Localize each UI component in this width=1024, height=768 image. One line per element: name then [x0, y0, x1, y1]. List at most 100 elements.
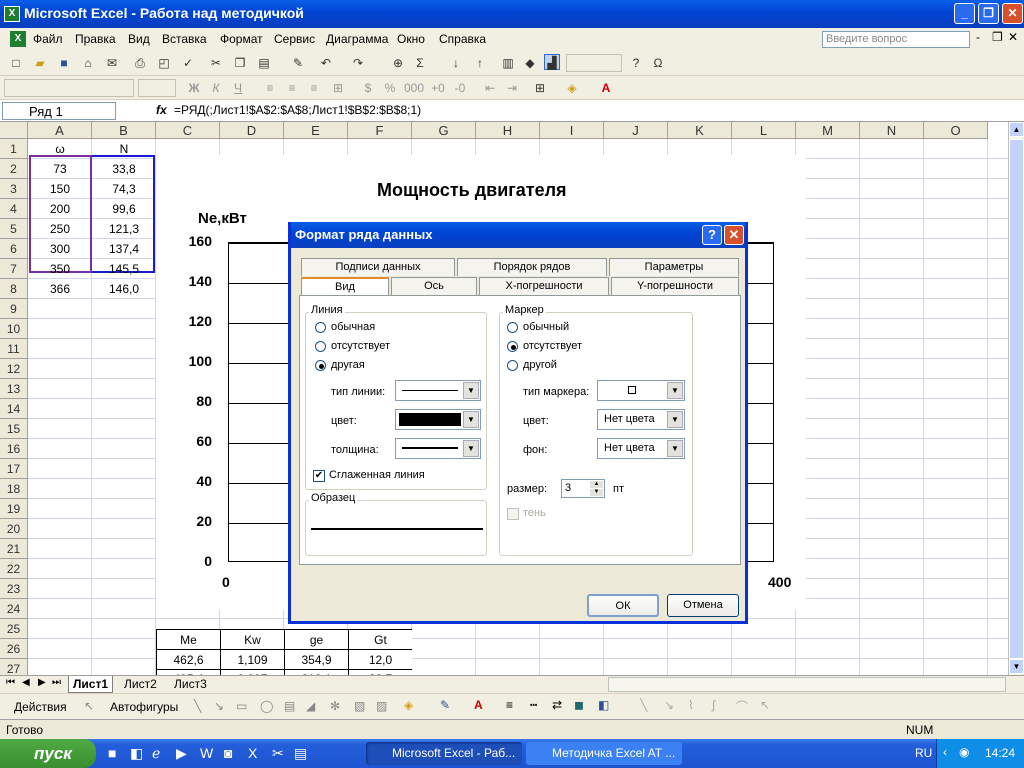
sheet-tab-2[interactable]: Лист2 [120, 676, 161, 693]
column-header-C[interactable]: C [156, 122, 220, 139]
chart-type-icon[interactable]: ▟ [544, 54, 560, 70]
menu-format[interactable]: Формат [220, 32, 263, 46]
help-button[interactable]: ? [702, 225, 722, 245]
print-icon[interactable]: ⎙ [132, 55, 148, 71]
rectangle-tool-icon[interactable]: ▭ [236, 699, 247, 713]
start-button[interactable]: пуск [0, 739, 96, 768]
decrease-indent-icon[interactable]: ⇤ [482, 80, 498, 96]
arrow-connector-icon[interactable]: ↘ [664, 698, 674, 712]
row-header-23[interactable]: 23 [0, 579, 28, 599]
table-cell[interactable]: 350 [28, 259, 92, 279]
minimize-button[interactable]: _ [954, 3, 975, 24]
line-none-radio[interactable] [315, 341, 326, 352]
currency-icon[interactable]: $ [360, 80, 376, 96]
open-icon[interactable]: ▰ [32, 55, 48, 71]
marker-type-combo[interactable]: ▼ [597, 380, 685, 401]
marker-auto-radio[interactable] [507, 322, 518, 333]
draw-font-color-icon[interactable]: A [474, 698, 483, 712]
marker-custom-radio[interactable] [507, 360, 518, 371]
row-header-19[interactable]: 19 [0, 499, 28, 519]
row-header-16[interactable]: 16 [0, 439, 28, 459]
spin-up-icon[interactable]: ▲ [590, 481, 603, 488]
callout-icon[interactable]: ↖ [760, 698, 770, 712]
wordart-tool-icon[interactable]: ◢ [306, 699, 315, 713]
line-tool-icon[interactable]: ╲ [194, 699, 201, 713]
results-header-cell[interactable]: Gt [349, 630, 412, 650]
table-cell[interactable]: 145,5 [92, 259, 156, 279]
quicklaunch-app-icon[interactable]: ◙ [224, 745, 232, 761]
prev-sheet-icon[interactable]: ◀ [22, 677, 30, 688]
menu-insert[interactable]: Вставка [162, 32, 207, 46]
results-header-cell[interactable]: Kw [221, 630, 285, 650]
column-header-L[interactable]: L [732, 122, 796, 139]
column-header-B[interactable]: B [92, 122, 156, 139]
diagram-tool-icon[interactable]: ✻ [330, 699, 340, 713]
column-header-N[interactable]: N [860, 122, 924, 139]
row-header-14[interactable]: 14 [0, 399, 28, 419]
table-cell[interactable]: 146,0 [92, 279, 156, 299]
font-size-combo[interactable] [138, 79, 176, 97]
draw-fill-color-icon[interactable]: ◈ [404, 698, 413, 712]
picture-icon[interactable]: ▨ [376, 699, 387, 713]
3d-style-icon[interactable]: ◧ [598, 698, 609, 712]
quicklaunch-save-icon[interactable]: ■ [108, 745, 116, 761]
results-cell[interactable]: 12,0 [349, 650, 412, 670]
table-cell[interactable]: 74,3 [92, 179, 156, 199]
autoshapes-menu[interactable]: Автофигуры [110, 700, 178, 714]
chart-wizard-icon[interactable]: ▥ [500, 55, 516, 71]
results-cell[interactable]: 354,9 [285, 650, 349, 670]
column-header-G[interactable]: G [412, 122, 476, 139]
table-cell[interactable]: 33,8 [92, 159, 156, 179]
table-cell[interactable]: 73 [28, 159, 92, 179]
select-objects-icon[interactable]: ↖ [84, 699, 94, 713]
column-header-J[interactable]: J [604, 122, 668, 139]
quicklaunch-excel-icon[interactable]: X [248, 745, 257, 761]
line-weight-combo[interactable]: ▼ [395, 438, 481, 459]
borders-icon[interactable]: ⊞ [532, 80, 548, 96]
quicklaunch-ie-icon[interactable]: ℯ [152, 745, 160, 762]
quicklaunch-desktop-icon[interactable]: ◧ [130, 745, 143, 762]
email-icon[interactable]: ✉ [104, 55, 120, 71]
results-header-cell[interactable]: Me [157, 630, 221, 650]
menu-edit[interactable]: Правка [75, 32, 116, 46]
column-header-K[interactable]: K [668, 122, 732, 139]
column-header-D[interactable]: D [220, 122, 284, 139]
marker-none-radio[interactable] [507, 341, 518, 352]
scroll-thumb[interactable] [1009, 139, 1024, 659]
decrease-decimal-icon[interactable]: -0 [452, 80, 468, 96]
oval-tool-icon[interactable]: ◯ [260, 699, 273, 713]
row-header-10[interactable]: 10 [0, 319, 28, 339]
menu-chart[interactable]: Диаграмма [326, 32, 388, 46]
tab-axis[interactable]: Ось [391, 277, 477, 295]
marker-color-combo[interactable]: Нет цвета ▼ [597, 409, 685, 430]
sort-asc-icon[interactable]: ↓ [448, 55, 464, 71]
row-header-11[interactable]: 11 [0, 339, 28, 359]
row-header-9[interactable]: 9 [0, 299, 28, 319]
research-icon[interactable]: Ω [650, 55, 666, 71]
document-icon[interactable]: X [10, 31, 26, 47]
tab-y-error[interactable]: Y-погрешности [611, 277, 739, 295]
font-color-icon[interactable]: A [598, 80, 614, 96]
italic-icon[interactable]: К [208, 80, 224, 96]
row-header-25[interactable]: 25 [0, 619, 28, 639]
column-header-I[interactable]: I [540, 122, 604, 139]
results-cell[interactable]: 1,109 [221, 650, 285, 670]
redo-icon[interactable]: ↷ [350, 55, 366, 71]
shadow-checkbox[interactable] [507, 508, 519, 520]
marker-size-spinner[interactable]: 3 ▲ ▼ [561, 479, 605, 498]
align-center-icon[interactable]: ≡ [284, 80, 300, 96]
row-header-27[interactable]: 27 [0, 659, 28, 675]
row-header-21[interactable]: 21 [0, 539, 28, 559]
increase-decimal-icon[interactable]: +0 [430, 80, 446, 96]
copy-icon[interactable]: ❐ [232, 55, 248, 71]
ok-button[interactable]: ОК [587, 594, 659, 617]
quicklaunch-word-icon[interactable]: W [200, 745, 213, 761]
column-header-F[interactable]: F [348, 122, 412, 139]
cancel-button[interactable]: Отмена [667, 594, 739, 617]
format-painter-icon[interactable]: ✎ [290, 55, 306, 71]
align-right-icon[interactable]: ≡ [306, 80, 322, 96]
restore-button[interactable]: ❐ [978, 3, 999, 24]
sheet-tab-3[interactable]: Лист3 [170, 676, 211, 693]
sheet-tab-1[interactable]: Лист1 [68, 676, 114, 693]
row-header-15[interactable]: 15 [0, 419, 28, 439]
